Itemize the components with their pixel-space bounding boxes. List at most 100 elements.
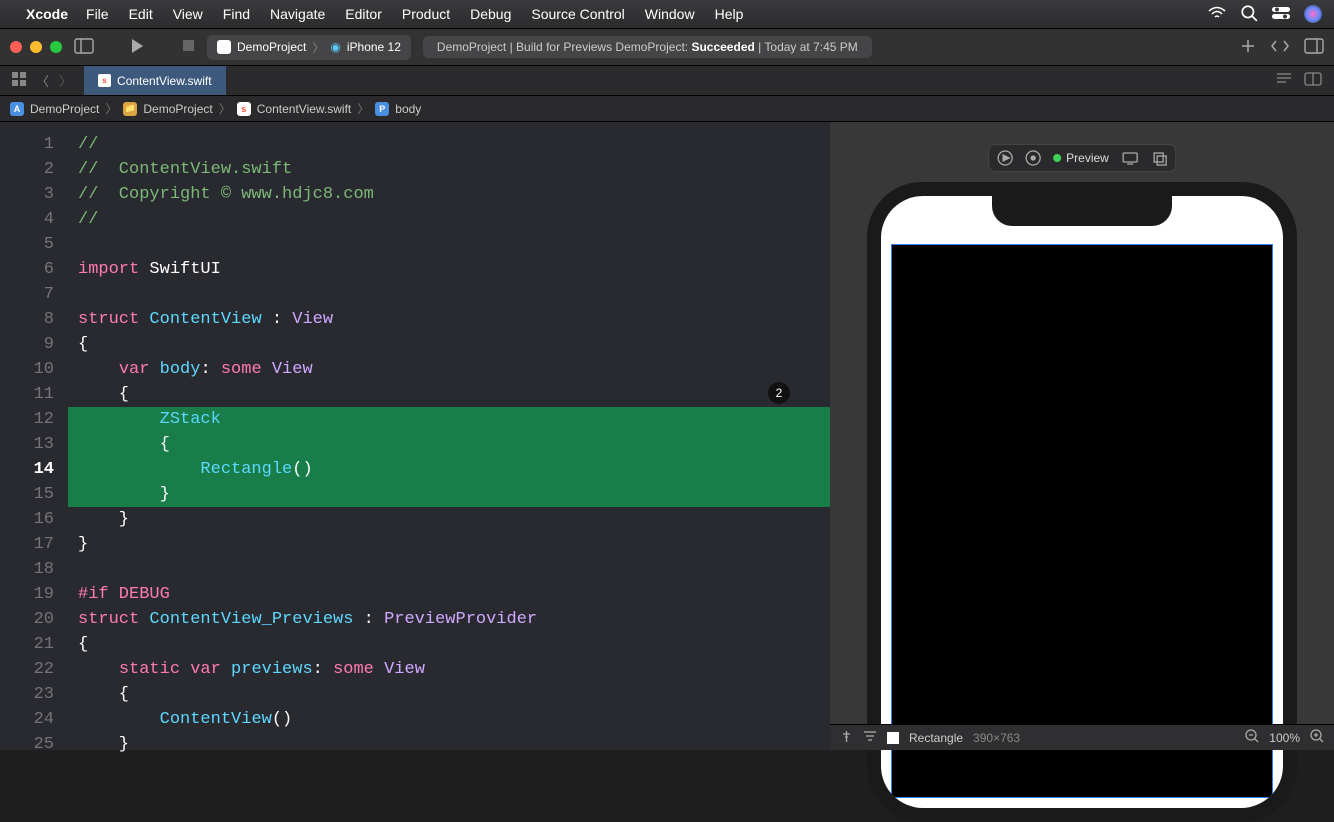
folder-icon: 📁 xyxy=(123,102,137,116)
menu-find[interactable]: Find xyxy=(223,6,250,22)
menu-view[interactable]: View xyxy=(173,6,203,22)
maximize-button[interactable] xyxy=(50,41,62,53)
swift-file-icon: s xyxy=(98,74,111,87)
duplicate-preview-icon[interactable] xyxy=(1151,150,1167,166)
run-button[interactable] xyxy=(130,38,144,57)
code-line[interactable]: struct ContentView : View xyxy=(68,307,830,332)
pin-icon[interactable] xyxy=(840,730,853,746)
breadcrumb: A DemoProject 〉 📁 DemoProject 〉 s Conten… xyxy=(0,96,1334,122)
related-items-icon[interactable] xyxy=(12,72,26,89)
code-line[interactable]: // xyxy=(68,132,830,157)
code-line[interactable]: Rectangle() xyxy=(68,457,830,482)
app-icon xyxy=(217,40,231,54)
stop-button[interactable] xyxy=(182,39,195,55)
inspector-toggle-icon[interactable] xyxy=(1304,38,1324,57)
status-time: | Today at 7:45 PM xyxy=(755,40,858,54)
control-center-icon[interactable] xyxy=(1272,4,1290,25)
code-line[interactable]: } xyxy=(68,732,830,757)
swift-file-icon: s xyxy=(237,102,251,116)
code-line[interactable] xyxy=(68,557,830,582)
menu-window[interactable]: Window xyxy=(645,6,695,22)
minimize-button[interactable] xyxy=(30,41,42,53)
code-line[interactable]: { xyxy=(68,332,830,357)
sidebar-toggle-icon[interactable] xyxy=(74,38,94,57)
menu-debug[interactable]: Debug xyxy=(470,6,511,22)
menu-source-control[interactable]: Source Control xyxy=(531,6,624,22)
window-traffic-lights xyxy=(10,41,62,53)
code-editor[interactable]: 1234567891011121314151617181920212223242… xyxy=(0,122,830,750)
issue-badge[interactable]: 2 xyxy=(768,382,790,404)
tab-label: ContentView.swift xyxy=(117,74,212,88)
live-preview-icon[interactable] xyxy=(1025,150,1041,166)
code-line[interactable]: { xyxy=(68,432,830,457)
forward-icon[interactable]: 〉 xyxy=(59,71,72,90)
zoom-in-icon[interactable] xyxy=(1310,729,1324,746)
code-line[interactable]: import SwiftUI xyxy=(68,257,830,282)
scheme-device-name: iPhone 12 xyxy=(347,40,401,54)
code-line[interactable]: var body: some View xyxy=(68,357,830,382)
breadcrumb-folder[interactable]: DemoProject xyxy=(143,102,212,116)
project-icon: A xyxy=(10,102,24,116)
breadcrumb-file[interactable]: ContentView.swift xyxy=(257,102,352,116)
canvas-preview: Preview Rectangle 390×763 100% xyxy=(830,122,1334,750)
menu-file[interactable]: File xyxy=(86,6,109,22)
element-size: 390×763 xyxy=(973,731,1020,745)
editor-tabbar: 〈 〉 s ContentView.swift xyxy=(0,66,1334,96)
tab-contentview[interactable]: s ContentView.swift xyxy=(84,66,226,95)
back-icon[interactable]: 〈 xyxy=(36,71,49,90)
zoom-out-icon[interactable] xyxy=(1245,729,1259,746)
app-name[interactable]: Xcode xyxy=(26,6,68,22)
element-icon xyxy=(887,732,899,744)
code-line[interactable]: #if DEBUG xyxy=(68,582,830,607)
preview-label: Preview xyxy=(1066,151,1109,165)
code-line[interactable]: // ContentView.swift xyxy=(68,157,830,182)
device-icon: ◉ xyxy=(330,40,340,54)
menu-editor[interactable]: Editor xyxy=(345,6,382,22)
code-line[interactable]: } xyxy=(68,507,830,532)
code-line[interactable]: { xyxy=(68,382,830,407)
spotlight-icon[interactable] xyxy=(1240,4,1258,25)
code-line[interactable]: } xyxy=(68,532,830,557)
preview-toolbar: Preview xyxy=(988,144,1176,172)
minimap-icon[interactable] xyxy=(1276,72,1292,89)
menu-edit[interactable]: Edit xyxy=(129,6,153,22)
macos-menubar: Xcode File Edit View Find Navigate Edito… xyxy=(0,0,1334,28)
code-line[interactable]: // xyxy=(68,207,830,232)
play-preview-icon[interactable] xyxy=(997,150,1013,166)
code-line[interactable]: static var previews: some View xyxy=(68,657,830,682)
code-line[interactable]: } xyxy=(68,482,830,507)
adjust-editor-icon[interactable] xyxy=(1304,72,1322,89)
wifi-icon[interactable] xyxy=(1208,4,1226,25)
code-line[interactable]: { xyxy=(68,682,830,707)
scheme-selector[interactable]: DemoProject 〉 ◉ iPhone 12 xyxy=(207,35,411,60)
xcode-toolbar: DemoProject 〉 ◉ iPhone 12 DemoProject | … xyxy=(0,28,1334,66)
code-line[interactable]: ZStack xyxy=(68,407,830,432)
code-review-icon[interactable] xyxy=(1270,39,1290,56)
activity-status: DemoProject | Build for Previews DemoPro… xyxy=(423,36,872,58)
menu-navigate[interactable]: Navigate xyxy=(270,6,325,22)
code-line[interactable]: // Copyright © www.hdjc8.com xyxy=(68,182,830,207)
device-settings-icon[interactable] xyxy=(1121,151,1139,165)
code-content[interactable]: //// ContentView.swift// Copyright © www… xyxy=(68,122,830,750)
breadcrumb-symbol[interactable]: body xyxy=(395,102,421,116)
device-notch xyxy=(992,196,1172,226)
breadcrumb-project[interactable]: DemoProject xyxy=(30,102,99,116)
menu-help[interactable]: Help xyxy=(715,6,744,22)
live-button[interactable]: Preview xyxy=(1053,151,1109,165)
menu-product[interactable]: Product xyxy=(402,6,450,22)
main-area: 1234567891011121314151617181920212223242… xyxy=(0,122,1334,750)
zoom-level[interactable]: 100% xyxy=(1269,731,1300,745)
add-icon[interactable] xyxy=(1240,38,1256,57)
code-line[interactable]: { xyxy=(68,632,830,657)
filter-icon[interactable] xyxy=(863,730,877,745)
preview-footer: Rectangle 390×763 100% xyxy=(830,724,1334,750)
close-button[interactable] xyxy=(10,41,22,53)
code-line[interactable] xyxy=(68,282,830,307)
code-line[interactable] xyxy=(68,232,830,257)
code-line[interactable]: struct ContentView_Previews : PreviewPro… xyxy=(68,607,830,632)
scheme-project-name: DemoProject xyxy=(237,40,306,54)
selected-element[interactable]: Rectangle xyxy=(909,731,963,745)
siri-icon[interactable] xyxy=(1304,5,1322,23)
code-line[interactable]: ContentView() xyxy=(68,707,830,732)
preview-rectangle[interactable] xyxy=(891,244,1273,798)
